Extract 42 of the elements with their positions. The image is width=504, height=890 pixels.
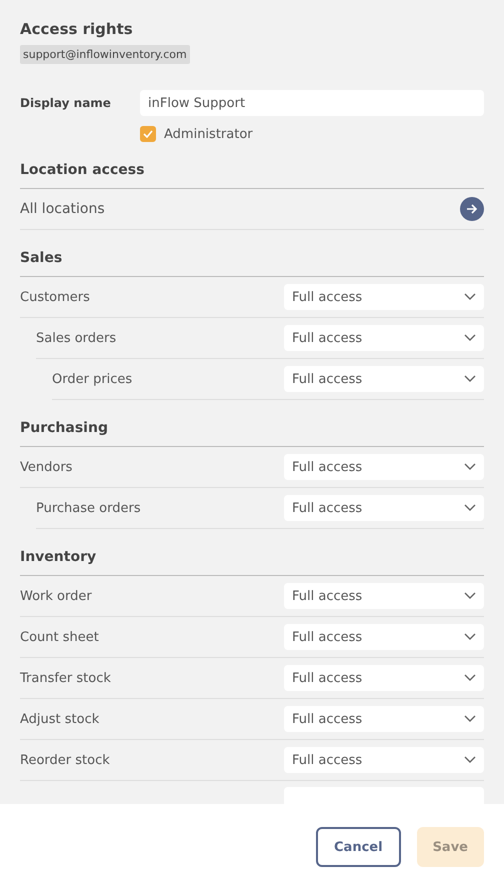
access-dropdown[interactable]: Full access [284, 284, 484, 310]
chevron-down-icon [464, 504, 476, 512]
section-heading: Purchasing [20, 400, 484, 447]
section-heading: Sales [20, 230, 484, 277]
location-value: All locations [20, 201, 105, 217]
permission-label: Reorder stock [20, 752, 110, 768]
administrator-checkbox[interactable]: Administrator [140, 126, 484, 142]
chevron-down-icon [464, 592, 476, 600]
chevron-down-icon [464, 715, 476, 723]
access-dropdown[interactable]: Full access [284, 454, 484, 480]
permission-label: Work order [20, 588, 92, 604]
chevron-down-icon [464, 756, 476, 764]
permission-label: Customers [20, 290, 90, 304]
display-name-field[interactable]: inFlow Support [140, 90, 484, 116]
page-title: Access rights [20, 20, 134, 38]
chevron-down-icon [464, 293, 476, 301]
access-dropdown[interactable]: Full access [284, 747, 484, 773]
access-dropdown[interactable]: Full access [284, 495, 484, 521]
access-dropdown[interactable]: Full access [284, 583, 484, 609]
email-tag: support@inflowinventory.com [20, 45, 190, 64]
permission-label: Sales orders [36, 330, 116, 346]
cancel-button[interactable]: Cancel [316, 827, 401, 867]
access-dropdown[interactable]: Full access [284, 624, 484, 650]
permission-label: Transfer stock [20, 670, 111, 686]
chevron-down-icon [464, 375, 476, 383]
permission-label: Adjust stock [20, 712, 100, 726]
access-dropdown[interactable]: Full access [284, 325, 484, 351]
access-dropdown[interactable]: Full access [284, 366, 484, 392]
chevron-down-icon [464, 463, 476, 471]
permission-label: Order prices [52, 372, 132, 386]
chevron-down-icon [464, 674, 476, 682]
permission-label: Count sheet [20, 630, 99, 644]
access-dropdown[interactable]: Full access [284, 706, 484, 732]
permission-label: Purchase orders [36, 500, 141, 516]
access-dropdown[interactable]: Full access [284, 665, 484, 691]
arrow-right-icon[interactable] [460, 197, 484, 221]
section-heading: Inventory [20, 529, 484, 576]
chevron-down-icon [464, 633, 476, 641]
permission-label: Vendors [20, 460, 72, 474]
section-heading: Location access [20, 142, 484, 189]
chevron-down-icon [464, 334, 476, 342]
field-label: Display name [20, 96, 112, 110]
